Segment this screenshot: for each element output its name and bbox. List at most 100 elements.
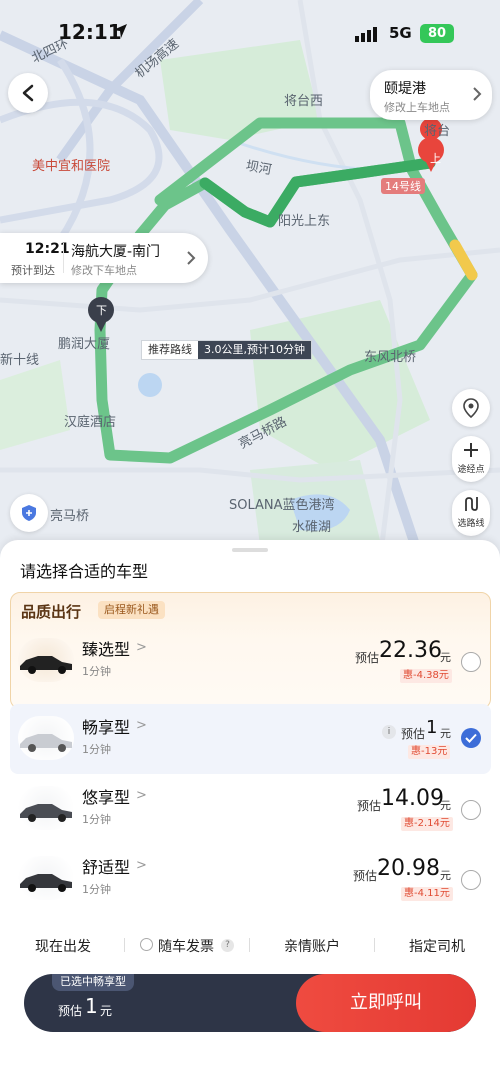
map-label-pengrun: 鹏润大厦: [58, 337, 111, 352]
waypoint-button[interactable]: 途经点: [452, 436, 490, 482]
route-tag[interactable]: 推荐路线 3.0公里,预计10分钟: [141, 340, 312, 360]
pickup-location-bubble[interactable]: 颐堤港 修改上车地点: [370, 70, 492, 120]
sheet-handle[interactable]: [232, 548, 268, 552]
map-label-liangmaqiao: 亮马桥: [50, 509, 90, 524]
back-button[interactable]: [8, 73, 48, 113]
car-image: [18, 638, 74, 682]
invoice-checkbox[interactable]: [140, 938, 153, 951]
dropoff-marker-label: 下: [96, 304, 107, 317]
eta-label: 预计到达: [11, 264, 55, 277]
map-label-shuidui: 水碓湖: [292, 520, 332, 535]
map-label-hospital: 美中宜和医院: [32, 159, 111, 174]
select-radio[interactable]: [461, 652, 481, 672]
map-label-line14: 14号线: [381, 178, 425, 194]
dropoff-name: 海航大厦-南门: [71, 244, 161, 260]
car-eta: 1分钟: [82, 883, 111, 896]
route-select-label: 选路线: [457, 519, 485, 529]
depart-now-option[interactable]: 现在出发: [35, 936, 91, 956]
car-name: 臻选型: [82, 640, 131, 659]
pickup-marker-label: 上: [430, 152, 441, 165]
battery-indicator: 80: [420, 24, 454, 43]
selected-tag: 已选中畅享型: [52, 974, 134, 991]
plus-icon: [464, 443, 478, 457]
family-account-option[interactable]: 亲情账户: [284, 936, 340, 956]
car-name: 舒适型: [82, 858, 131, 877]
select-radio[interactable]: [461, 870, 481, 890]
car-image: [18, 786, 74, 830]
chevron-right-icon: >: [136, 718, 147, 733]
chevron-right-icon: >: [136, 858, 147, 873]
help-icon[interactable]: ?: [221, 939, 234, 952]
price-unit: 元: [440, 799, 451, 812]
map-label-jiangtaixi: 将台西: [284, 94, 324, 109]
car-price: 1: [426, 717, 438, 738]
dropoff-location-bubble[interactable]: 12:21 预计到达 海航大厦-南门 修改下车地点: [0, 233, 208, 283]
car-eta: 1分钟: [82, 743, 111, 756]
estimate-label: 预估: [357, 799, 382, 813]
vehicle-selection-sheet: 请选择合适的车型 品质出行 启程新礼遇 臻选型 > 1分钟 预估 22.36 元…: [0, 540, 500, 1083]
divider: [374, 938, 375, 952]
shield-icon: [22, 505, 36, 521]
map[interactable]: 上 下 北四环 机场高速 美中宜和医院 将台西 将台 坝河 阳光上东 14号线 …: [0, 0, 500, 560]
car-option-shushi[interactable]: 舒适型 > 1分钟 预估 20.98 元 惠-4.11元: [10, 844, 491, 914]
pickup-edit-label: 修改上车地点: [384, 101, 450, 114]
location-pin-icon: [463, 398, 479, 418]
signal-icon: [355, 27, 377, 42]
designate-driver-option[interactable]: 指定司机: [409, 936, 465, 956]
car-price: 20.98: [377, 856, 440, 881]
route-icon: [465, 497, 478, 511]
car-option-youxiang[interactable]: 悠享型 > 1分钟 预估 14.09 元 惠-2.14元: [10, 774, 491, 844]
location-arrow-icon: [113, 24, 127, 38]
dropoff-edit-label: 修改下车地点: [71, 264, 137, 277]
premium-title: 品质出行: [21, 603, 82, 621]
route-select-button[interactable]: 选路线: [452, 490, 490, 536]
map-label-yangguang: 阳光上东: [278, 214, 331, 229]
map-label-solana: SOLANA蓝色港湾: [229, 498, 335, 513]
price-unit: 元: [100, 1004, 113, 1018]
chevron-right-icon: [187, 251, 196, 265]
check-icon: [465, 733, 477, 743]
info-icon[interactable]: i: [382, 725, 396, 739]
waypoint-label: 途经点: [457, 465, 485, 475]
discount-badge: 惠-4.11元: [401, 887, 453, 901]
options-bar: 现在出发 随车发票 ? 亲情账户 指定司机: [0, 924, 500, 966]
car-option-changxiang[interactable]: 畅享型 > 1分钟 i 预估 1 元 惠-13元: [10, 704, 491, 774]
safety-button[interactable]: [10, 494, 48, 532]
invoice-option[interactable]: 随车发票: [158, 936, 214, 956]
discount-badge: 惠-2.14元: [401, 817, 453, 831]
map-label-jiangtai: 将台: [424, 124, 451, 139]
select-radio[interactable]: [461, 728, 481, 748]
car-eta: 1分钟: [82, 665, 111, 678]
status-bar: 12:11 5G 80: [0, 0, 500, 66]
network-type: 5G: [389, 24, 412, 42]
estimate-label: 预估: [58, 1004, 83, 1018]
map-label-dongfeng: 东风北桥: [364, 350, 417, 365]
back-arrow-icon: [22, 84, 34, 102]
estimate-label: 预估: [355, 651, 380, 665]
divider: [63, 243, 64, 273]
call-now-button[interactable]: 立即呼叫: [296, 974, 476, 1032]
locate-button[interactable]: [452, 389, 490, 427]
car-image: [18, 856, 74, 900]
map-label-xinshanxian: 新十线: [0, 353, 40, 368]
estimate-price: 1: [85, 994, 98, 1018]
car-option-zhenxuan[interactable]: 臻选型 > 1分钟 预估 22.36 元 惠-4.38元: [10, 626, 491, 696]
estimate-label: 预估: [353, 869, 378, 883]
car-name: 悠享型: [82, 788, 131, 807]
call-bar: 已选中畅享型 预估 1 元 立即呼叫: [24, 974, 476, 1032]
car-image: [18, 716, 74, 760]
sheet-title: 请选择合适的车型: [20, 562, 149, 581]
price-unit: 元: [440, 869, 451, 882]
divider: [249, 938, 250, 952]
route-tag-label: 推荐路线: [148, 343, 192, 356]
price-unit: 元: [440, 727, 451, 740]
discount-badge: 惠-13元: [408, 745, 451, 759]
chevron-right-icon: >: [136, 788, 147, 803]
discount-badge: 惠-4.38元: [400, 669, 452, 683]
car-eta: 1分钟: [82, 813, 111, 826]
car-price: 14.09: [381, 786, 444, 811]
divider: [124, 938, 125, 952]
chevron-right-icon: [473, 87, 482, 101]
car-name: 畅享型: [82, 718, 131, 737]
select-radio[interactable]: [461, 800, 481, 820]
